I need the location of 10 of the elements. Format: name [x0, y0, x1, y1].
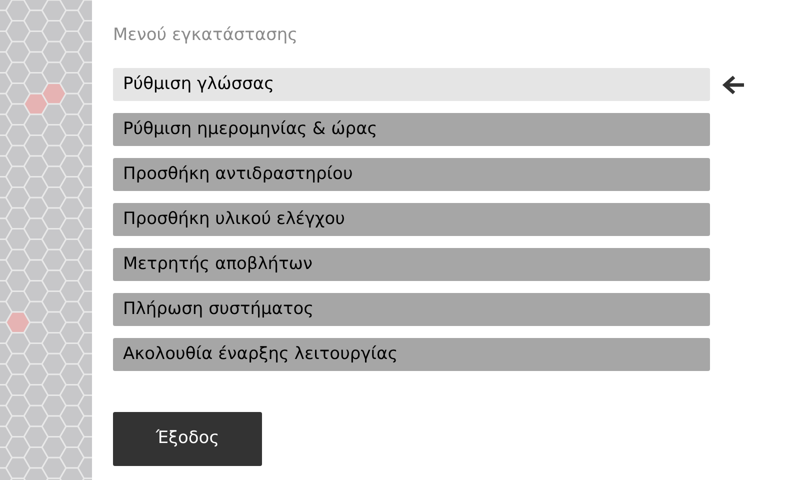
menu-item[interactable]: Προσθήκη αντιδραστηρίου: [113, 158, 710, 191]
menu-item[interactable]: Ρύθμιση γλώσσας: [113, 68, 710, 101]
menu-item[interactable]: Μετρητής αποβλήτων: [113, 248, 710, 281]
menu-item[interactable]: Ακολουθία έναρξης λειτουργίας: [113, 338, 710, 371]
exit-button[interactable]: Έξοδος: [113, 412, 262, 466]
arrow-left-icon: [722, 74, 746, 94]
menu-item[interactable]: Προσθήκη υλικού ελέγχου: [113, 203, 710, 236]
menu-title: Μενού εγκατάστασης: [113, 24, 299, 47]
menu-item[interactable]: Ρύθμιση ημερομηνίας & ώρας: [113, 113, 710, 146]
menu-item[interactable]: Πλήρωση συστήματος: [113, 293, 710, 326]
